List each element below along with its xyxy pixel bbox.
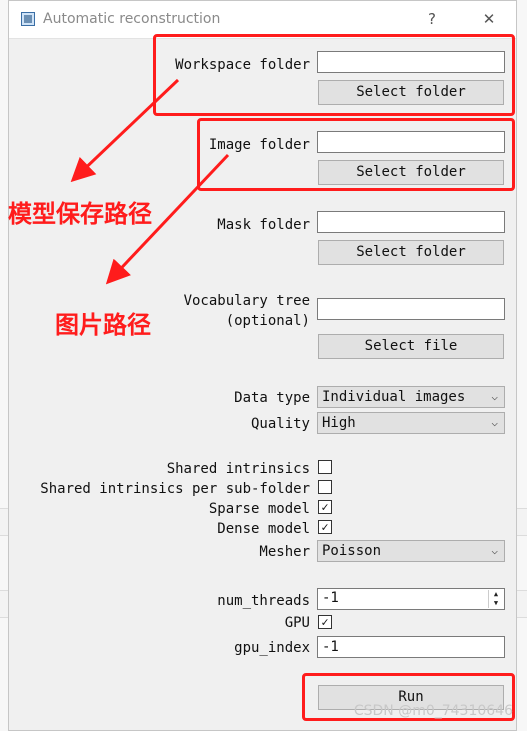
watermark: CSDN @m0_74310646 [353,703,513,719]
annotation-arrow-model [70,78,180,183]
annotation-model-path: 模型保存路径 [8,200,152,228]
annotation-arrows [70,78,230,285]
annotation-image-path: 图片路径 [55,311,151,339]
